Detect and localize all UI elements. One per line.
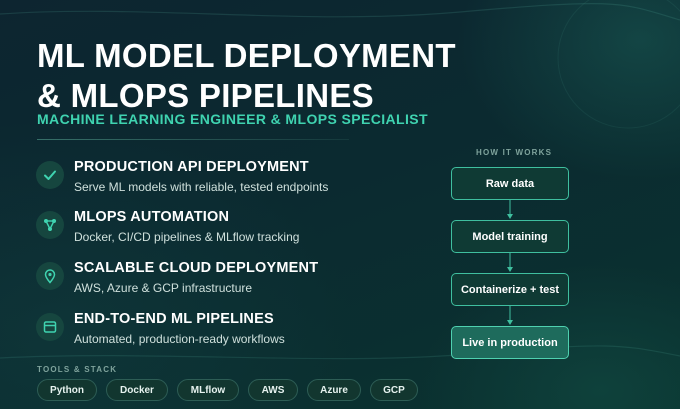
feature-api-deployment: PRODUCTION API DEPLOYMENT Serve ML model… xyxy=(36,159,366,203)
step-model-training: Model training xyxy=(451,220,569,253)
feature-title: SCALABLE CLOUD DEPLOYMENT xyxy=(74,260,319,276)
tools-label: TOOLS & STACK xyxy=(37,365,118,374)
feature-ml-pipelines: END-TO-END ML PIPELINES Automated, produ… xyxy=(36,311,366,355)
tool-chip-python: Python xyxy=(37,379,97,401)
arrow-down-icon xyxy=(507,200,513,219)
tools-list: Python Docker MLflow AWS Azure GCP xyxy=(37,379,418,401)
tool-chip-azure: Azure xyxy=(307,379,361,401)
feature-title: MLOPS AUTOMATION xyxy=(74,209,230,225)
feature-description: Docker, CI/CD pipelines & MLflow trackin… xyxy=(74,230,300,244)
network-icon xyxy=(36,211,64,239)
tool-chip-mlflow: MLflow xyxy=(177,379,239,401)
title-line-1: ML MODEL DEPLOYMENT xyxy=(37,37,456,74)
tool-chip-docker: Docker xyxy=(106,379,168,401)
divider xyxy=(37,139,349,140)
page-title: ML MODEL DEPLOYMENT & MLOPS PIPELINES xyxy=(37,36,456,116)
arrow-down-icon xyxy=(507,253,513,272)
title-line-2: & MLOPS PIPELINES xyxy=(37,77,374,114)
subtitle: MACHINE LEARNING ENGINEER & MLOPS SPECIA… xyxy=(37,111,428,127)
step-containerize-test: Containerize + test xyxy=(451,273,569,306)
location-pin-icon xyxy=(36,262,64,290)
check-icon xyxy=(36,161,64,189)
step-raw-data: Raw data xyxy=(451,167,569,200)
feature-description: Automated, production-ready workflows xyxy=(74,332,285,346)
step-live-in-production: Live in production xyxy=(451,326,569,359)
arrow-down-icon xyxy=(507,306,513,325)
feature-mlops-automation: MLOPS AUTOMATION Docker, CI/CD pipelines… xyxy=(36,209,366,253)
feature-title: PRODUCTION API DEPLOYMENT xyxy=(74,159,309,175)
tool-chip-gcp: GCP xyxy=(370,379,418,401)
feature-title: END-TO-END ML PIPELINES xyxy=(74,311,274,327)
window-icon xyxy=(36,313,64,341)
feature-cloud-deployment: SCALABLE CLOUD DEPLOYMENT AWS, Azure & G… xyxy=(36,260,366,304)
feature-description: Serve ML models with reliable, tested en… xyxy=(74,180,329,194)
how-it-works-label: HOW IT WORKS xyxy=(476,148,553,157)
feature-description: AWS, Azure & GCP infrastructure xyxy=(74,281,253,295)
tool-chip-aws: AWS xyxy=(248,379,298,401)
